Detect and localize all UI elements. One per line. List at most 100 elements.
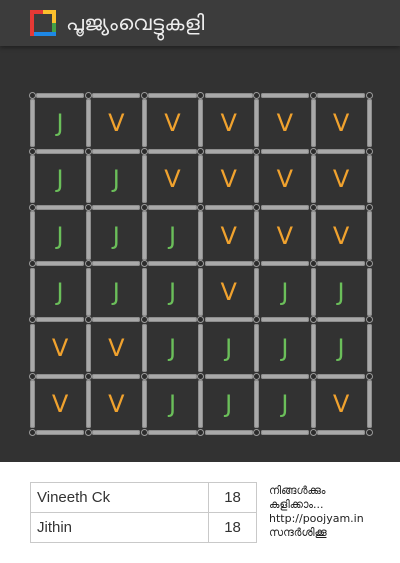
board-edge-vertical[interactable] xyxy=(29,99,35,148)
board-edge-vertical[interactable] xyxy=(254,211,260,260)
board-edge-horizontal[interactable] xyxy=(317,148,366,154)
board-edge-vertical[interactable] xyxy=(310,99,316,148)
board-edge-horizontal[interactable] xyxy=(317,429,366,435)
app-header: പൂജ്യംവെട്ടുകളി xyxy=(0,0,400,46)
board-cell: J xyxy=(112,221,120,250)
board-edge-vertical[interactable] xyxy=(198,380,204,429)
board-cell: J xyxy=(281,277,289,306)
board-dot xyxy=(28,260,36,268)
board-edge-vertical[interactable] xyxy=(141,267,147,316)
board-cell: V xyxy=(332,221,350,250)
board-edge-horizontal[interactable] xyxy=(36,429,85,435)
player-name: Jithin xyxy=(29,512,210,543)
board-edge-horizontal[interactable] xyxy=(204,204,253,210)
board-edge-vertical[interactable] xyxy=(254,380,260,429)
board-edge-vertical[interactable] xyxy=(29,211,35,260)
board-edge-vertical[interactable] xyxy=(310,380,316,429)
board-edge-horizontal[interactable] xyxy=(204,261,253,267)
board-edge-vertical[interactable] xyxy=(366,380,372,429)
board-edge-vertical[interactable] xyxy=(310,155,316,204)
board-edge-horizontal[interactable] xyxy=(204,317,253,323)
board-dot xyxy=(309,316,317,324)
board-edge-vertical[interactable] xyxy=(85,380,91,429)
board-edge-vertical[interactable] xyxy=(85,99,91,148)
board-edge-vertical[interactable] xyxy=(198,211,204,260)
board-edge-horizontal[interactable] xyxy=(204,148,253,154)
board-edge-horizontal[interactable] xyxy=(317,317,366,323)
board-edge-vertical[interactable] xyxy=(141,99,147,148)
board-edge-horizontal[interactable] xyxy=(36,204,85,210)
board-edge-horizontal[interactable] xyxy=(148,429,197,435)
board-edge-horizontal[interactable] xyxy=(204,373,253,379)
board-cell: J xyxy=(168,333,177,362)
board-edge-horizontal[interactable] xyxy=(317,92,366,98)
board-edge-vertical[interactable] xyxy=(141,155,147,204)
board-edge-vertical[interactable] xyxy=(310,267,316,316)
board-edge-horizontal[interactable] xyxy=(92,429,141,435)
board-edge-vertical[interactable] xyxy=(254,267,260,316)
board-edge-vertical[interactable] xyxy=(310,211,316,260)
board-edge-horizontal[interactable] xyxy=(260,317,309,323)
board-edge-horizontal[interactable] xyxy=(148,317,197,323)
board-edge-vertical[interactable] xyxy=(310,323,316,372)
board-edge-horizontal[interactable] xyxy=(148,92,197,98)
board-edge-vertical[interactable] xyxy=(141,323,147,372)
board-edge-horizontal[interactable] xyxy=(148,148,197,154)
board-dot xyxy=(309,147,317,155)
board-edge-vertical[interactable] xyxy=(29,155,35,204)
board-edge-horizontal[interactable] xyxy=(36,148,85,154)
board-edge-horizontal[interactable] xyxy=(92,373,141,379)
board-edge-horizontal[interactable] xyxy=(36,92,85,98)
board-edge-horizontal[interactable] xyxy=(317,204,366,210)
board-edge-horizontal[interactable] xyxy=(260,261,309,267)
board-edge-vertical[interactable] xyxy=(198,267,204,316)
board-cell: J xyxy=(281,390,289,419)
board-edge-horizontal[interactable] xyxy=(92,92,141,98)
board-edge-horizontal[interactable] xyxy=(36,261,85,267)
board-edge-vertical[interactable] xyxy=(29,267,35,316)
board-edge-vertical[interactable] xyxy=(366,323,372,372)
board-edge-vertical[interactable] xyxy=(254,99,260,148)
board-edge-horizontal[interactable] xyxy=(92,317,141,323)
board-edge-vertical[interactable] xyxy=(254,155,260,204)
board-edge-vertical[interactable] xyxy=(85,155,91,204)
board-edge-horizontal[interactable] xyxy=(204,429,253,435)
board-cell: V xyxy=(220,165,237,194)
board-edge-vertical[interactable] xyxy=(366,155,372,204)
board-edge-horizontal[interactable] xyxy=(260,373,309,379)
board-edge-horizontal[interactable] xyxy=(260,92,309,98)
board-edge-vertical[interactable] xyxy=(85,211,91,260)
board-cell: J xyxy=(337,333,345,362)
board-edge-vertical[interactable] xyxy=(198,155,204,204)
board-edge-vertical[interactable] xyxy=(85,267,91,316)
board-edge-vertical[interactable] xyxy=(29,380,35,429)
board-edge-horizontal[interactable] xyxy=(260,148,309,154)
board-edge-vertical[interactable] xyxy=(366,211,372,260)
player-score: 18 xyxy=(208,512,257,543)
board-edge-horizontal[interactable] xyxy=(92,261,141,267)
board-edge-horizontal[interactable] xyxy=(260,204,309,210)
board-edge-horizontal[interactable] xyxy=(260,429,309,435)
board-edge-horizontal[interactable] xyxy=(36,373,85,379)
board-edge-horizontal[interactable] xyxy=(204,92,253,98)
board-edge-vertical[interactable] xyxy=(198,99,204,148)
board-edge-vertical[interactable] xyxy=(198,323,204,372)
board-edge-horizontal[interactable] xyxy=(92,204,141,210)
board-edge-vertical[interactable] xyxy=(366,267,372,316)
board-edge-vertical[interactable] xyxy=(85,323,91,372)
board-dot xyxy=(28,91,36,99)
board-edge-vertical[interactable] xyxy=(141,380,147,429)
board-edge-horizontal[interactable] xyxy=(92,148,141,154)
board-edge-horizontal[interactable] xyxy=(148,261,197,267)
board-edge-horizontal[interactable] xyxy=(317,261,366,267)
board-cell: J xyxy=(56,165,64,194)
board-edge-vertical[interactable] xyxy=(254,323,260,372)
board-edge-horizontal[interactable] xyxy=(36,317,85,323)
board-edge-vertical[interactable] xyxy=(29,323,35,372)
board-dot xyxy=(28,428,36,436)
board-edge-vertical[interactable] xyxy=(366,99,372,148)
board-edge-horizontal[interactable] xyxy=(148,204,197,210)
board-edge-vertical[interactable] xyxy=(141,211,147,260)
board-edge-horizontal[interactable] xyxy=(148,373,197,379)
board-edge-horizontal[interactable] xyxy=(317,373,366,379)
